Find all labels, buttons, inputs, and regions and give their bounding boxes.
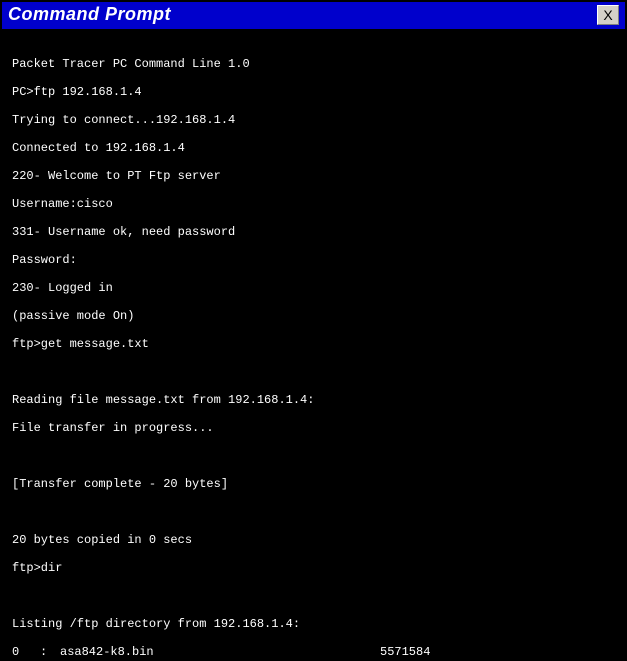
output-line: 220- Welcome to PT Ftp server xyxy=(12,169,615,183)
listing-row: 0: asa842-k8.bin5571584 xyxy=(12,645,615,659)
listing-filename: asa842-k8.bin xyxy=(60,645,380,659)
listing-size: 5571584 xyxy=(380,645,430,659)
output-line: Connected to 192.168.1.4 xyxy=(12,141,615,155)
banner-line: Packet Tracer PC Command Line 1.0 xyxy=(12,57,615,71)
blank-line xyxy=(12,365,615,379)
listing-index: 0 xyxy=(12,645,40,659)
listing-separator: : xyxy=(40,645,60,659)
listing-header: Listing /ftp directory from 192.168.1.4: xyxy=(12,617,615,631)
command-prompt-window: Command Prompt X Packet Tracer PC Comman… xyxy=(0,0,627,661)
output-line: Reading file message.txt from 192.168.1.… xyxy=(12,393,615,407)
output-line: Trying to connect...192.168.1.4 xyxy=(12,113,615,127)
output-line: Password: xyxy=(12,253,615,267)
blank-line xyxy=(12,505,615,519)
output-line: [Transfer complete - 20 bytes] xyxy=(12,477,615,491)
terminal-output[interactable]: Packet Tracer PC Command Line 1.0 PC>ftp… xyxy=(2,29,625,659)
window-title: Command Prompt xyxy=(8,4,171,25)
blank-line xyxy=(12,449,615,463)
blank-line xyxy=(12,589,615,603)
close-button[interactable]: X xyxy=(597,5,619,25)
prompt-line: ftp>get message.txt xyxy=(12,337,615,351)
output-line: (passive mode On) xyxy=(12,309,615,323)
directory-listing: 0: asa842-k8.bin55715841: c1841-advipser… xyxy=(12,645,615,659)
output-line: File transfer in progress... xyxy=(12,421,615,435)
output-line: Username:cisco xyxy=(12,197,615,211)
prompt-line: PC>ftp 192.168.1.4 xyxy=(12,85,615,99)
output-line: 331- Username ok, need password xyxy=(12,225,615,239)
output-line: 20 bytes copied in 0 secs xyxy=(12,533,615,547)
prompt-line: ftp>dir xyxy=(12,561,615,575)
titlebar: Command Prompt X xyxy=(2,2,625,29)
output-line: 230- Logged in xyxy=(12,281,615,295)
